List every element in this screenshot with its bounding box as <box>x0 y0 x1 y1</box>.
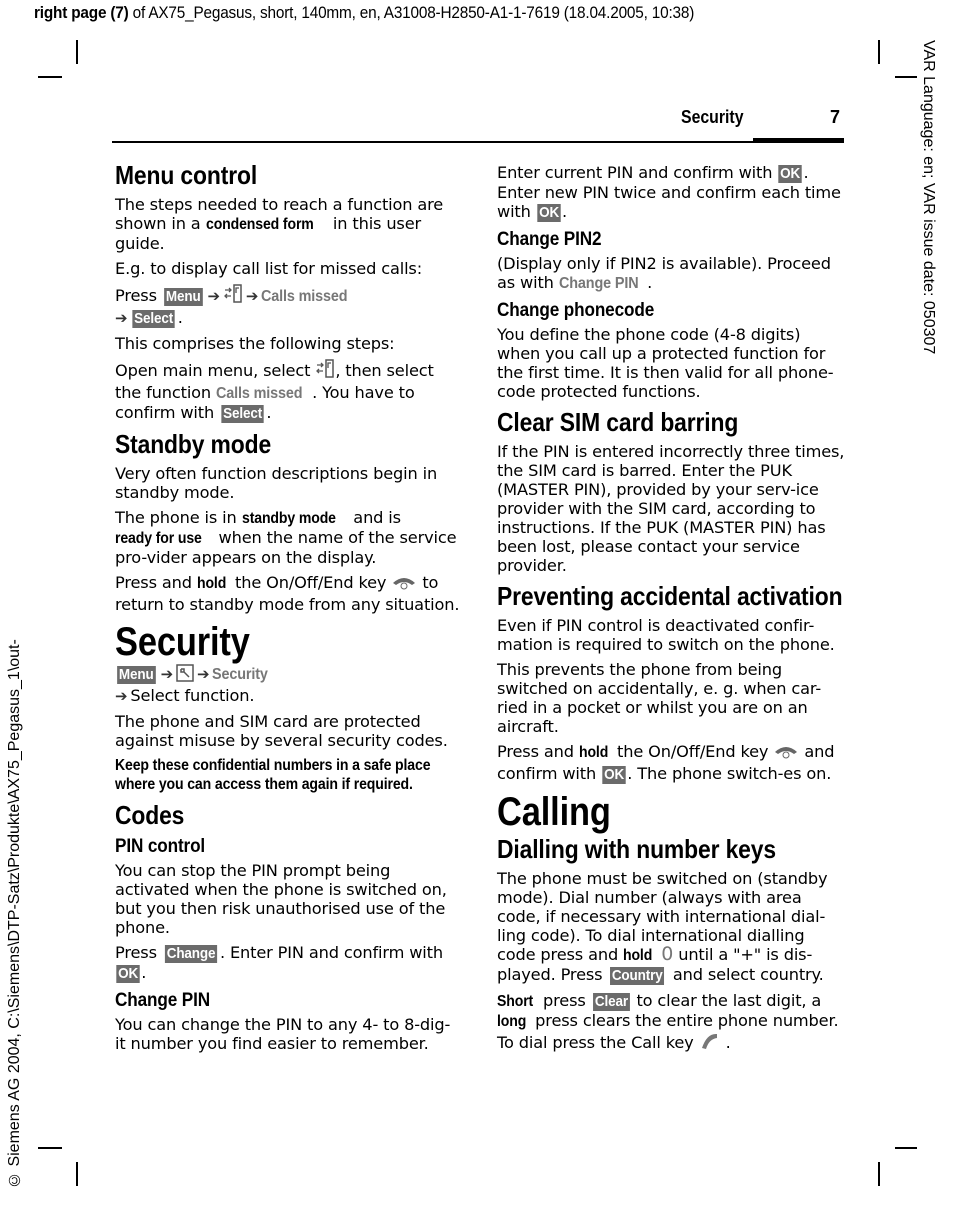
crop-mark <box>76 1162 78 1186</box>
heading-pin-control: PIN control <box>115 835 206 857</box>
crop-mark <box>895 76 917 78</box>
heading-codes: Codes <box>115 800 185 830</box>
left-column: Menu control The steps needed to reach a… <box>115 160 460 1059</box>
menu-ref-calls-missed: Calls missed <box>216 385 303 402</box>
paragraph: Short press Clear to clear the last digi… <box>497 991 847 1055</box>
softkey-clear: Clear <box>592 993 630 1011</box>
paragraph: Press and hold the On/Off/End key to ret… <box>115 573 460 614</box>
heading-preventing-accidental-activation: Preventing accidental activation <box>497 581 843 611</box>
heading-menu-control: Menu control <box>115 160 258 190</box>
setup-wrench-icon <box>176 664 194 686</box>
softkey-menu: Menu <box>163 288 203 306</box>
softkey-ok: OK <box>602 766 626 784</box>
menu-path: Menu ➔ ➔ Security ➔ Select function. <box>115 664 269 705</box>
paragraph: Press and hold the On/Off/End key and co… <box>497 742 835 784</box>
running-header-title: Security <box>681 107 744 127</box>
heading-standby-mode: Standby mode <box>115 429 272 459</box>
softkey-select: Select <box>221 405 265 423</box>
heading-change-pin2: Change PIN2 <box>497 228 602 250</box>
heading-clear-sim-card-barring: Clear SIM card barring <box>497 407 739 437</box>
call-list-icon <box>315 359 335 383</box>
paragraph: The phone must be switched on (standby m… <box>497 869 828 985</box>
slug-bold: right page (7) <box>34 4 129 22</box>
paragraph: Even if PIN control is deactivated confi… <box>497 616 835 654</box>
arrow-icon: ➔ <box>197 665 210 683</box>
menu-ref-change-pin: Change PIN <box>558 275 639 292</box>
arrow-icon: ➔ <box>245 287 259 305</box>
paragraph: This comprises the following steps: <box>115 334 395 353</box>
menu-path: Press Menu ➔ ➔ Calls missed ➔ Select. <box>115 284 348 328</box>
paragraph: E.g. to display call list for missed cal… <box>115 259 423 278</box>
paragraph: The steps needed to reach a function are… <box>115 195 444 253</box>
side-note-left: © Siemens AG 2004, C:\Siemens\DTP-Satz\P… <box>6 639 23 1188</box>
paragraph: Enter current PIN and confirm with OK. E… <box>497 163 841 222</box>
header-rule-accent <box>753 138 844 143</box>
softkey-menu: Menu <box>117 666 156 684</box>
call-list-icon <box>223 284 243 308</box>
paragraph: If the PIN is entered incorrectly three … <box>497 442 845 575</box>
crop-mark <box>76 40 78 64</box>
crop-mark <box>878 40 880 64</box>
arrow-icon: ➔ <box>115 309 128 327</box>
warning-note: Keep these confidential numbers in a saf… <box>115 757 431 793</box>
softkey-country: Country <box>610 967 665 985</box>
end-key-icon <box>773 744 799 764</box>
arrow-icon: ➔ <box>115 687 128 705</box>
paragraph: Open main menu, select , then select the… <box>115 359 434 423</box>
arrow-icon: ➔ <box>160 665 174 683</box>
paragraph: The phone and SIM card are protected aga… <box>115 712 448 750</box>
softkey-ok: OK <box>116 965 140 983</box>
zero-key-glyph: 0 <box>661 943 674 965</box>
crop-mark <box>38 76 62 78</box>
paragraph: Very often function descriptions begin i… <box>115 464 438 502</box>
paragraph: You can stop the PIN prompt being activa… <box>115 861 447 937</box>
side-note-right: VAR Language: en; VAR issue date: 050307 <box>920 40 937 355</box>
paragraph: You can change the PIN to any 4- to 8-di… <box>115 1015 451 1053</box>
right-column: Enter current PIN and confirm with OK. E… <box>497 163 847 1061</box>
arrow-icon: ➔ <box>207 287 220 305</box>
paragraph: Press Change. Enter PIN and confirm with… <box>115 943 443 983</box>
heading-calling: Calling <box>497 790 611 834</box>
menu-ref-security: Security <box>212 666 269 683</box>
softkey-select: Select <box>132 310 176 328</box>
header-rule <box>112 141 754 143</box>
softkey-change: Change <box>164 945 218 963</box>
call-key-icon <box>699 1031 721 1055</box>
heading-dialling-with-number-keys: Dialling with number keys <box>497 834 776 864</box>
crop-mark <box>878 1162 880 1186</box>
print-slug: right page (7) of AX75_Pegasus, short, 1… <box>34 4 694 23</box>
paragraph: The phone is in standby mode and is read… <box>115 508 457 567</box>
slug-rest: of AX75_Pegasus, short, 140mm, en, A3100… <box>128 4 695 22</box>
heading-security: Security <box>115 620 250 664</box>
heading-change-phonecode: Change phonecode <box>497 299 655 321</box>
menu-ref-calls-missed: Calls missed <box>261 288 348 305</box>
paragraph: (Display only if PIN2 is available). Pro… <box>497 254 831 292</box>
crop-mark <box>38 1147 62 1149</box>
crop-mark <box>895 1147 917 1149</box>
paragraph: This prevents the phone from being switc… <box>497 660 822 736</box>
end-key-icon <box>391 575 417 595</box>
paragraph: You define the phone code (4-8 digits) w… <box>497 325 834 401</box>
page-number: 7 <box>830 107 841 127</box>
softkey-ok: OK <box>778 165 803 183</box>
softkey-ok: OK <box>537 204 561 222</box>
heading-change-pin: Change PIN <box>115 989 210 1011</box>
